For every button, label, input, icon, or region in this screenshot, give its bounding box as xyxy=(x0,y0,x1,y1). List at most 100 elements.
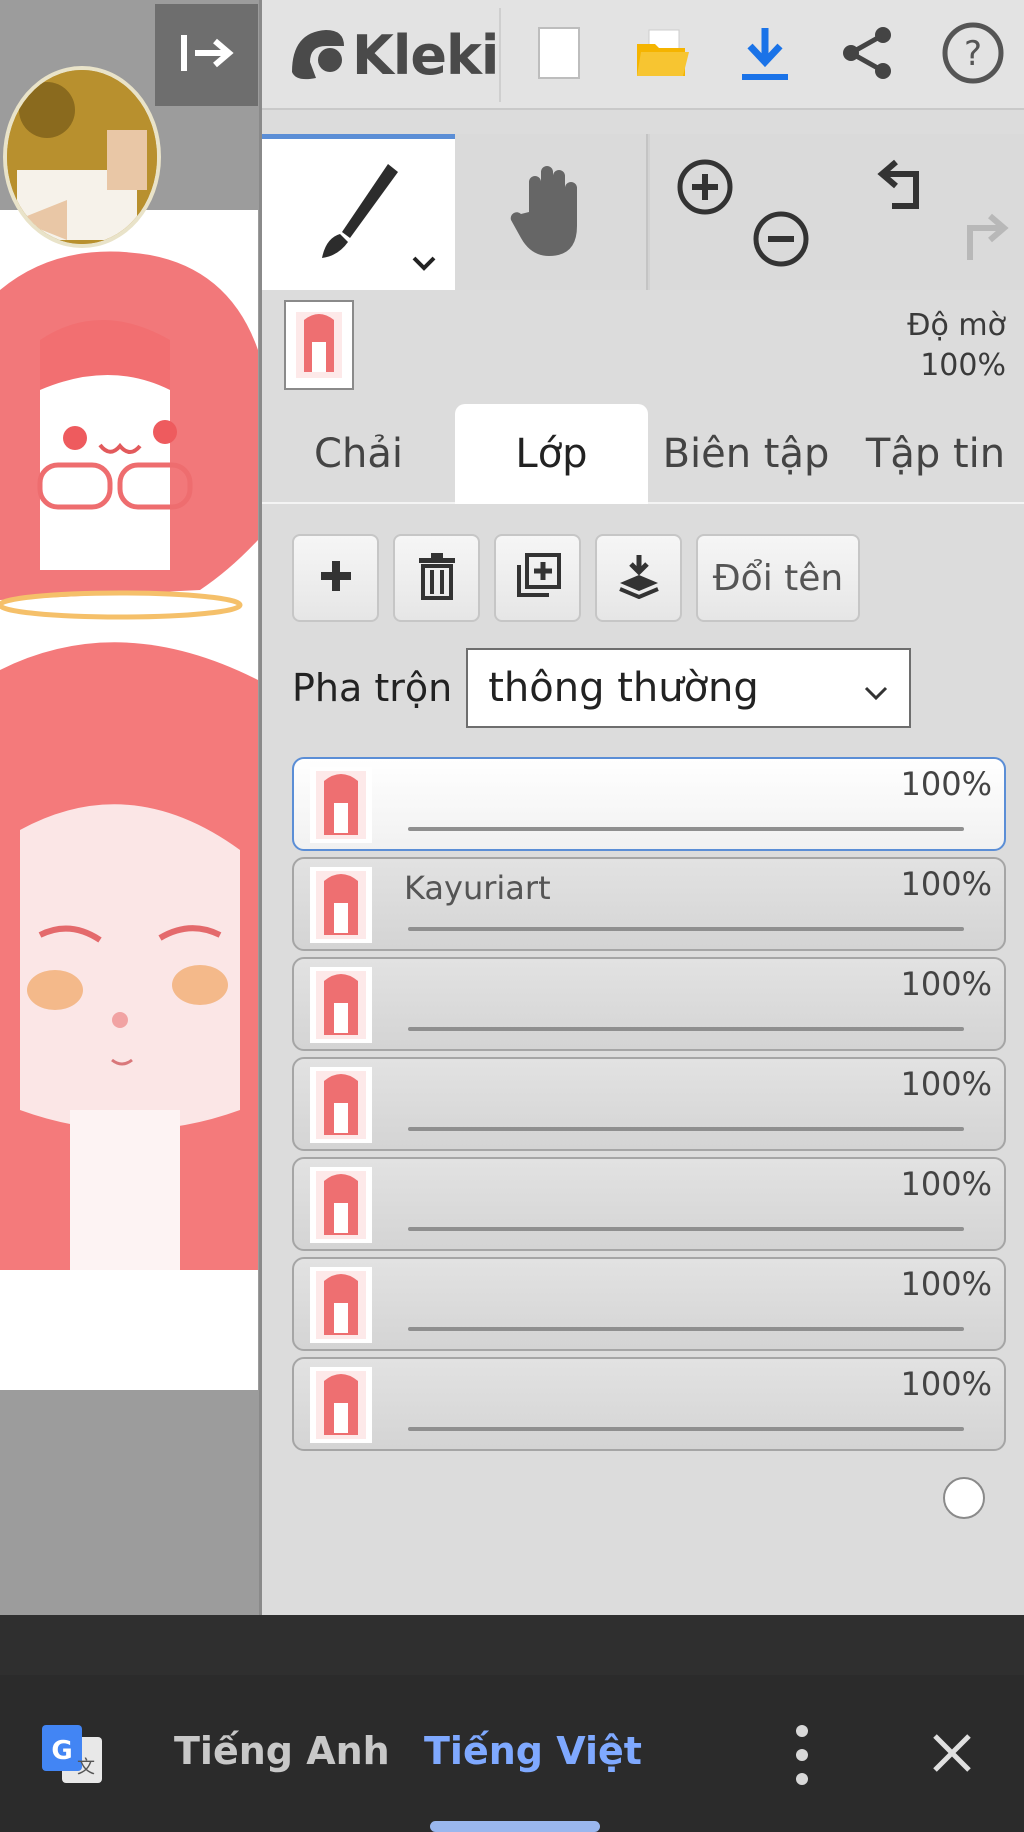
share-button[interactable] xyxy=(832,20,902,90)
blend-mode-select[interactable]: thông thường xyxy=(466,648,912,728)
artwork-image xyxy=(0,251,258,1390)
rename-layer-button[interactable]: Đổi tên xyxy=(696,534,860,622)
layer-actions: Đổi tên xyxy=(292,534,860,622)
home-indicator[interactable] xyxy=(430,1821,600,1832)
help-icon: ? xyxy=(941,21,1005,89)
svg-text:G: G xyxy=(51,1736,72,1766)
layer-row[interactable]: 100% xyxy=(292,957,1006,1119)
tab-brush[interactable]: Chải xyxy=(262,404,455,504)
new-file-icon xyxy=(537,26,581,84)
layer-opacity-slider[interactable] xyxy=(408,1227,985,1319)
layer-name: Kayuriart xyxy=(404,869,551,907)
drawing-canvas[interactable] xyxy=(0,210,258,1390)
help-button[interactable]: ? xyxy=(938,20,1008,90)
layer-thumbnail xyxy=(310,767,372,843)
layer-opacity-label: 100% xyxy=(900,765,992,803)
undo-icon[interactable] xyxy=(876,156,936,216)
collapse-right-arrow-icon xyxy=(179,33,235,77)
layer-opacity-slider[interactable] xyxy=(408,1027,985,1119)
zoom-out-icon[interactable] xyxy=(752,210,810,272)
plus-icon xyxy=(317,557,355,599)
layer-opacity-label: 100% xyxy=(900,1365,992,1403)
collapse-panel-button[interactable] xyxy=(155,4,258,106)
layer-thumbnail xyxy=(310,1067,372,1143)
download-icon xyxy=(738,24,792,86)
tab-edit[interactable]: Biên tập xyxy=(648,404,844,504)
opacity-value: 100% xyxy=(920,348,1006,383)
tool-row xyxy=(262,134,1024,290)
duplicate-layer-button[interactable] xyxy=(494,534,581,622)
tab-layers[interactable]: Lớp xyxy=(455,404,648,504)
brush-icon xyxy=(304,158,414,272)
close-button[interactable] xyxy=(920,1719,984,1791)
more-vert-icon xyxy=(796,1725,808,1737)
download-button[interactable] xyxy=(730,20,800,90)
chevron-down-icon xyxy=(863,665,889,711)
layer-list: 100% Kayuriart 100% 100% 100% 100% 100% 100% xyxy=(292,757,1006,1519)
source-language-tab[interactable]: Tiếng Anh xyxy=(174,1729,390,1773)
layer-row[interactable]: 100% xyxy=(292,757,1006,919)
more-options-button[interactable] xyxy=(786,1719,818,1791)
share-icon xyxy=(837,23,897,87)
history-controls xyxy=(840,134,1024,290)
blend-mode-label: Pha trộn xyxy=(292,666,453,710)
target-language-tab[interactable]: Tiếng Việt xyxy=(424,1729,642,1773)
layer-opacity-label: 100% xyxy=(900,1065,992,1103)
google-translate-icon: G文 xyxy=(40,1723,104,1787)
layer-row[interactable]: 100% xyxy=(292,1157,1006,1319)
chevron-down-icon xyxy=(411,254,437,276)
layer-thumbnail xyxy=(310,967,372,1043)
layer-thumbnail xyxy=(310,1167,372,1243)
panel-tabs: Chải Lớp Biên tập Tập tin xyxy=(262,404,1024,504)
layer-opacity-label: 100% xyxy=(900,965,992,1003)
redo-icon[interactable] xyxy=(950,210,1010,270)
layer-thumbnail xyxy=(310,1267,372,1343)
layer-thumbnail xyxy=(310,1367,372,1443)
slider-handle[interactable] xyxy=(943,1477,985,1519)
new-file-button[interactable] xyxy=(524,20,594,90)
opacity-display: Độ mờ 100% xyxy=(907,306,1006,386)
open-folder-icon xyxy=(635,28,691,82)
open-file-button[interactable] xyxy=(628,20,698,90)
hand-tool-button[interactable] xyxy=(455,134,648,290)
layer-row[interactable]: Kayuriart 100% xyxy=(292,857,1006,1019)
tab-file[interactable]: Tập tin xyxy=(844,404,1024,504)
merge-down-button[interactable] xyxy=(595,534,682,622)
drawing-canvas-area[interactable] xyxy=(0,0,259,1615)
duplicate-icon xyxy=(515,553,561,603)
layer-opacity-label: 100% xyxy=(900,1165,992,1203)
opacity-label: Độ mờ xyxy=(907,308,1006,343)
svg-text:?: ? xyxy=(964,34,982,74)
layer-row[interactable]: 100% xyxy=(292,1357,1006,1519)
avatar xyxy=(3,66,161,248)
kleki-logo-icon xyxy=(286,22,348,88)
layer-opacity-slider[interactable] xyxy=(408,1327,985,1419)
translate-bar: G文 Tiếng Anh Tiếng Việt xyxy=(0,1675,1024,1832)
trash-icon xyxy=(417,552,457,604)
tool-panel: Kleki ? Độ mờ 100% Chải Lớp Biên tập Tập… xyxy=(259,0,1024,1615)
zoom-in-icon[interactable] xyxy=(676,158,734,220)
top-bar: Kleki ? xyxy=(262,0,1024,110)
hand-icon xyxy=(509,162,593,262)
svg-text:文: 文 xyxy=(77,1757,95,1778)
app-logo[interactable]: Kleki xyxy=(286,18,499,92)
layer-opacity-slider[interactable] xyxy=(408,1427,985,1519)
zoom-controls xyxy=(650,134,840,290)
layer-thumbnail xyxy=(310,867,372,943)
add-layer-button[interactable] xyxy=(292,534,379,622)
divider xyxy=(499,8,501,102)
app-name: Kleki xyxy=(352,23,499,87)
layer-opacity-label: 100% xyxy=(900,865,992,903)
layer-opacity-slider[interactable] xyxy=(408,927,985,1019)
layer-opacity-label: 100% xyxy=(900,1265,992,1303)
layer-opacity-slider[interactable] xyxy=(408,827,985,919)
layer-row[interactable]: 100% xyxy=(292,1257,1006,1419)
blend-mode-value: thông thường xyxy=(488,665,759,711)
close-icon xyxy=(931,1732,973,1778)
layer-row[interactable]: 100% xyxy=(292,1057,1006,1219)
system-bar-divider xyxy=(0,1615,1024,1675)
merge-down-icon xyxy=(616,553,662,603)
layer-opacity-slider[interactable] xyxy=(408,1127,985,1219)
brush-tool-button[interactable] xyxy=(262,134,455,290)
delete-layer-button[interactable] xyxy=(393,534,480,622)
